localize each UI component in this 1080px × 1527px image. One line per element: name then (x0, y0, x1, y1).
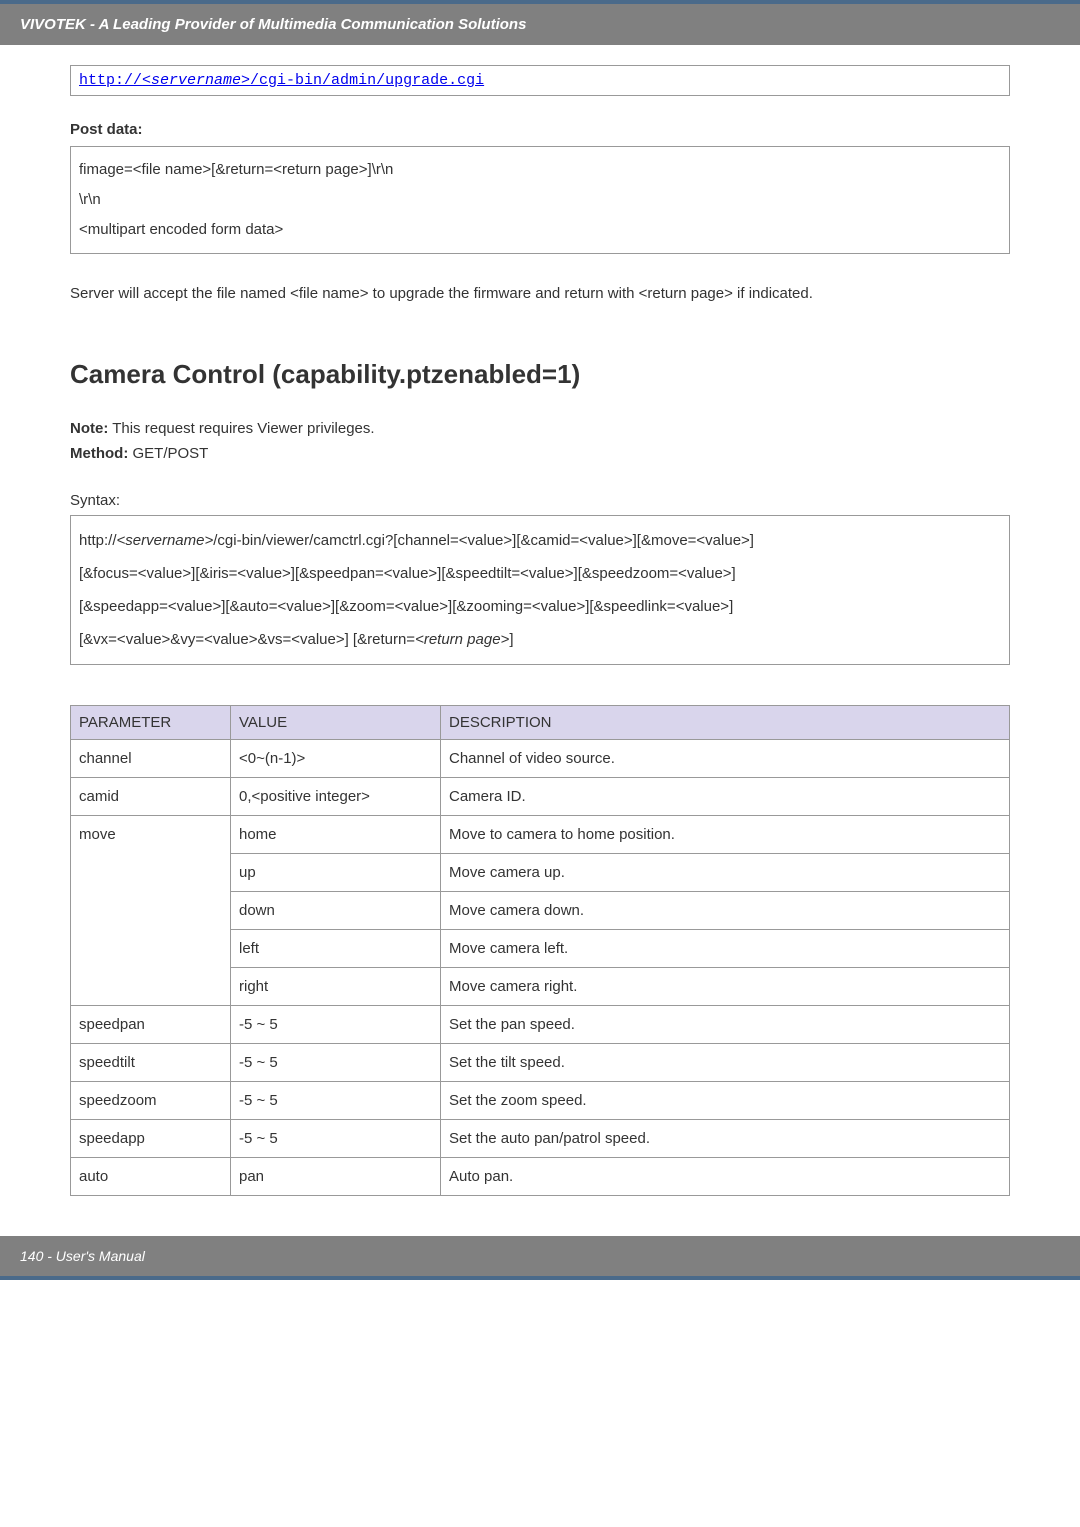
cell-value: home (231, 816, 441, 854)
table-row: speedapp -5 ~ 5 Set the auto pan/patrol … (71, 1120, 1010, 1158)
syntax-box: http://<servername>/cgi-bin/viewer/camct… (70, 515, 1010, 665)
table-row: speedpan -5 ~ 5 Set the pan speed. (71, 1006, 1010, 1044)
footer-text: 140 - User's Manual (20, 1248, 145, 1264)
cell-desc: Set the zoom speed. (441, 1082, 1010, 1120)
page-header: VIVOTEK - A Leading Provider of Multimed… (0, 0, 1080, 45)
upgrade-description: Server will accept the file named <file … (70, 279, 1010, 309)
table-row: speedzoom -5 ~ 5 Set the zoom speed. (71, 1082, 1010, 1120)
cell-desc: Move camera up. (441, 854, 1010, 892)
cell-param: camid (71, 778, 231, 816)
post-data-line3: <multipart encoded form data> (79, 215, 1001, 245)
cell-value: up (231, 854, 441, 892)
method-label: Method: (70, 445, 128, 462)
cell-desc: Set the tilt speed. (441, 1044, 1010, 1082)
cell-value: -5 ~ 5 (231, 1082, 441, 1120)
post-data-line2: \r\n (79, 185, 1001, 215)
cell-value: right (231, 968, 441, 1006)
post-data-line1: fimage=<file name>[&return=<return page>… (79, 155, 1001, 185)
table-row: camid 0,<positive integer> Camera ID. (71, 778, 1010, 816)
th-parameter: PARAMETER (71, 706, 231, 740)
header-title: VIVOTEK - A Leading Provider of Multimed… (20, 16, 526, 33)
cell-desc: Channel of video source. (441, 740, 1010, 778)
cell-desc: Auto pan. (441, 1158, 1010, 1196)
cell-param: speedapp (71, 1120, 231, 1158)
cell-value: -5 ~ 5 (231, 1044, 441, 1082)
syntax-line1: http://<servername>/cgi-bin/viewer/camct… (79, 524, 1001, 557)
main-content: http://<servername>/cgi-bin/admin/upgrad… (0, 45, 1080, 1236)
cell-desc: Move camera right. (441, 968, 1010, 1006)
cell-param: speedzoom (71, 1082, 231, 1120)
table-row: speedtilt -5 ~ 5 Set the tilt speed. (71, 1044, 1010, 1082)
cell-desc: Move camera down. (441, 892, 1010, 930)
cell-value: down (231, 892, 441, 930)
cell-desc: Camera ID. (441, 778, 1010, 816)
upgrade-url-link[interactable]: http://<servername>/cgi-bin/admin/upgrad… (79, 72, 484, 89)
syntax-line4: [&vx=<value>&vy=<value>&vs=<value>] [&re… (79, 623, 1001, 656)
method-line: Method: GET/POST (70, 445, 1010, 462)
cell-param: speedtilt (71, 1044, 231, 1082)
cell-param: speedpan (71, 1006, 231, 1044)
post-data-box: fimage=<file name>[&return=<return page>… (70, 146, 1010, 254)
cell-value: <0~(n-1)> (231, 740, 441, 778)
parameter-table: PARAMETER VALUE DESCRIPTION channel <0~(… (70, 705, 1010, 1196)
cell-param: auto (71, 1158, 231, 1196)
camera-control-heading: Camera Control (capability.ptzenabled=1) (70, 359, 1010, 390)
syntax-line2: [&focus=<value>][&iris=<value>][&speedpa… (79, 557, 1001, 590)
upgrade-url-box: http://<servername>/cgi-bin/admin/upgrad… (70, 65, 1010, 96)
cell-value: 0,<positive integer> (231, 778, 441, 816)
th-value: VALUE (231, 706, 441, 740)
cell-value: -5 ~ 5 (231, 1120, 441, 1158)
syntax-line3: [&speedapp=<value>][&auto=<value>][&zoom… (79, 590, 1001, 623)
note-label: Note: (70, 420, 108, 437)
cell-value: -5 ~ 5 (231, 1006, 441, 1044)
th-description: DESCRIPTION (441, 706, 1010, 740)
cell-desc: Move to camera to home position. (441, 816, 1010, 854)
table-row: auto pan Auto pan. (71, 1158, 1010, 1196)
cell-desc: Set the pan speed. (441, 1006, 1010, 1044)
syntax-label: Syntax: (70, 492, 1010, 509)
note-text: This request requires Viewer privileges. (108, 420, 374, 437)
method-text: GET/POST (128, 445, 208, 462)
cell-param: channel (71, 740, 231, 778)
cell-value: pan (231, 1158, 441, 1196)
page-footer: 140 - User's Manual (0, 1236, 1080, 1280)
cell-desc: Set the auto pan/patrol speed. (441, 1120, 1010, 1158)
post-data-label: Post data: (70, 121, 1010, 138)
cell-desc: Move camera left. (441, 930, 1010, 968)
cell-param: move (71, 816, 231, 1006)
table-row: channel <0~(n-1)> Channel of video sourc… (71, 740, 1010, 778)
table-row: move home Move to camera to home positio… (71, 816, 1010, 854)
note-line: Note: This request requires Viewer privi… (70, 420, 1010, 437)
table-header-row: PARAMETER VALUE DESCRIPTION (71, 706, 1010, 740)
cell-value: left (231, 930, 441, 968)
